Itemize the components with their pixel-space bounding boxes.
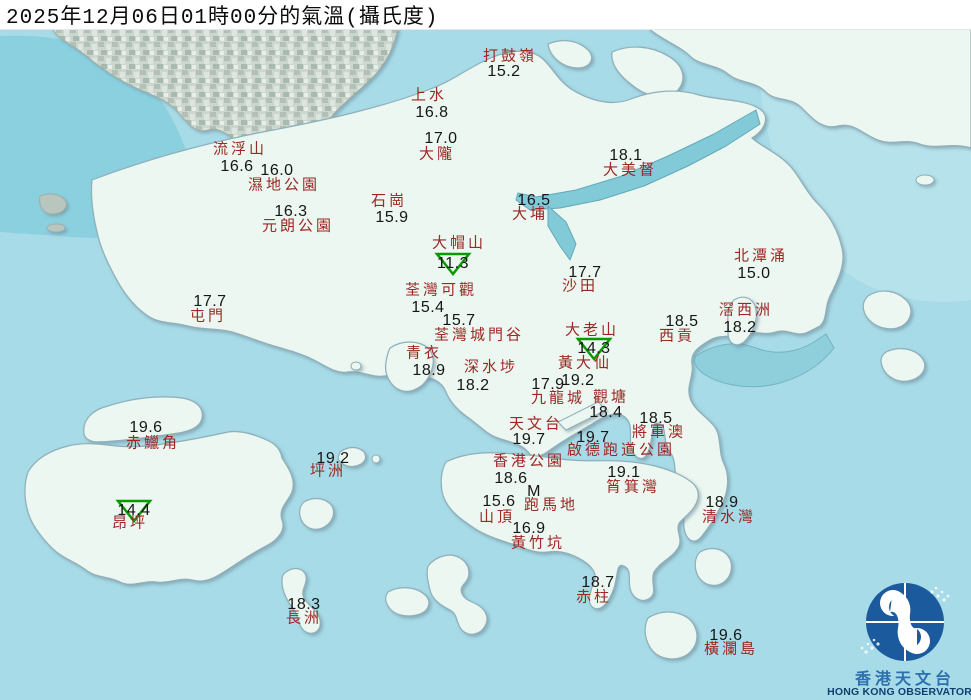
deep-bay-islet-small [46,223,66,233]
tung-lung-island [694,547,733,586]
hko-logo-english-name: HONG KONG OBSERVATORY [827,686,971,698]
hong-kong-map [0,0,971,700]
peng-chau-islet [371,454,381,464]
mirs-islet-north [915,174,935,186]
po-toi-island [644,611,698,660]
deep-bay-islet [39,193,67,215]
map-title: 2025年12月06日01時00分的氣溫(攝氏度) [6,6,439,30]
peng-chau-island [337,446,367,468]
title-bar: 2025年12月06日01時00分的氣溫(攝氏度) [0,0,971,30]
ma-wan-island [350,361,362,371]
hei-ling-chau-island [299,497,335,530]
temperature-map-page: 打鼓嶺 15.2 上水 16.8 大隴 17.0 流浮山 16.6 濕地公園 16.0 大美督 18.… [0,0,971,700]
